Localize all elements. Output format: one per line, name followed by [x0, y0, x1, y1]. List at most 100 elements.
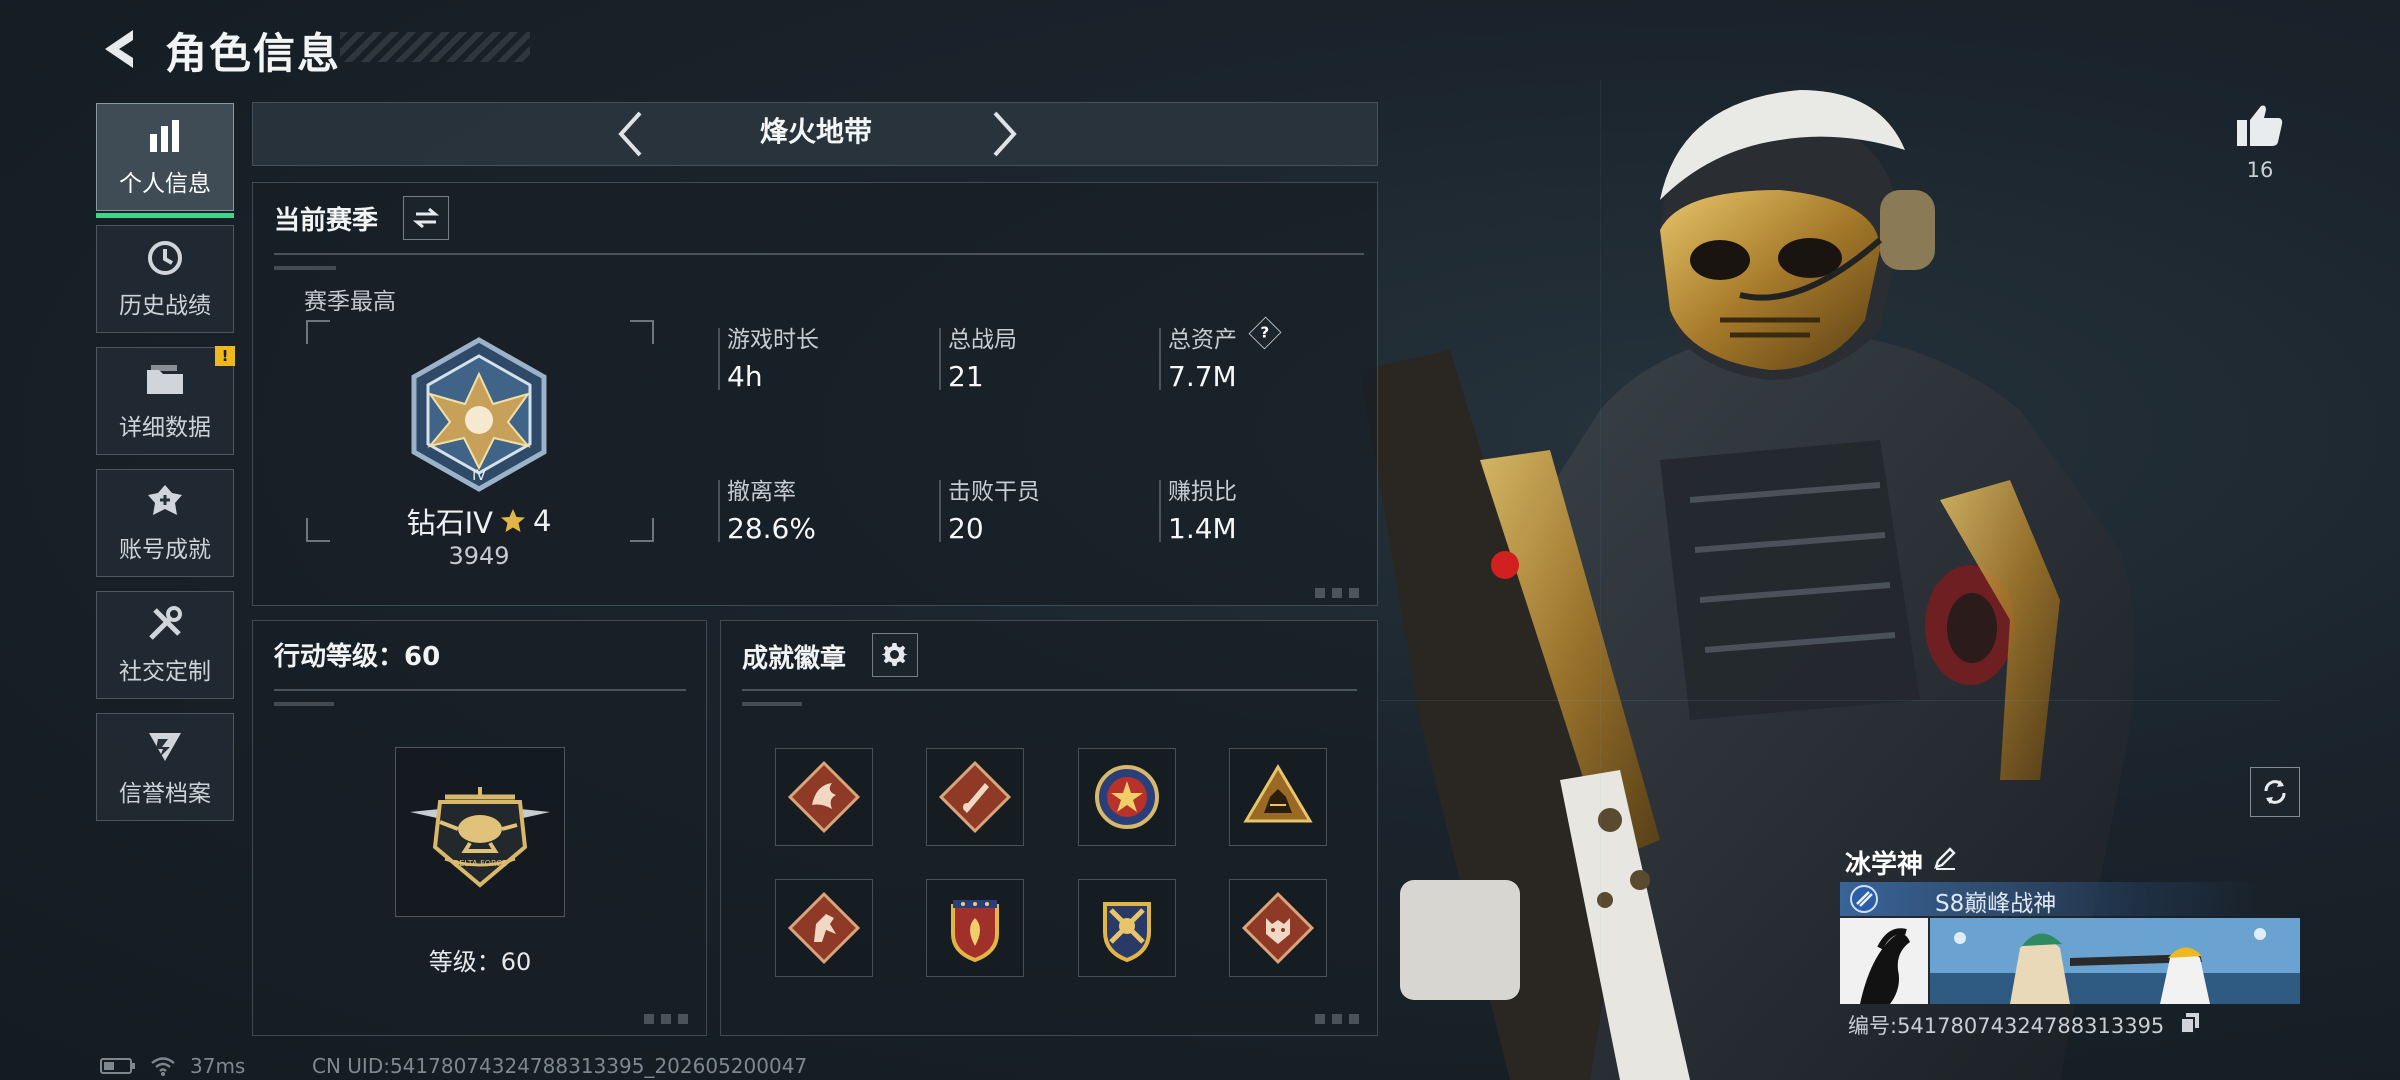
divider-decoration	[274, 702, 334, 706]
chevron-right-icon	[993, 111, 1017, 157]
edit-name-button[interactable]	[1930, 843, 1960, 873]
rank-stars: 4	[532, 504, 552, 538]
pencil-icon	[1934, 847, 1956, 870]
page-title: 角色信息	[165, 29, 342, 78]
badge-slot[interactable]	[926, 879, 1024, 977]
chevron-left-icon	[618, 111, 642, 157]
badge-slot[interactable]	[775, 748, 873, 846]
banner-image	[1930, 918, 2300, 1004]
title-badge-icon	[1850, 885, 1878, 913]
stat-divider	[939, 328, 941, 390]
swap-arrows-icon	[413, 207, 439, 229]
rank-score: 3949	[448, 542, 510, 570]
badge-settings-button[interactable]	[872, 633, 918, 677]
sidebar-item-label: 历史战绩	[119, 293, 211, 319]
back-button[interactable]	[95, 22, 143, 76]
mode-name: 烽火地带	[759, 115, 872, 148]
avatar-image	[1840, 918, 1928, 1004]
thumbs-up-icon	[2237, 105, 2283, 146]
level-label: 等级：60	[428, 948, 532, 976]
copy-id-button[interactable]	[2178, 1010, 2202, 1036]
like-button[interactable]	[2225, 95, 2295, 155]
wolf-badge-icon	[1241, 891, 1315, 965]
previous-mode-button[interactable]	[600, 108, 660, 160]
back-arrow-icon	[105, 30, 133, 68]
panel-corner-decoration	[644, 1014, 694, 1024]
stat-value-total-assets: 7.7M	[1168, 360, 1237, 393]
bar-chart-icon	[145, 116, 185, 156]
crest-badge-icon	[951, 900, 999, 963]
panel-corner-decoration	[1315, 588, 1365, 598]
profile-banner[interactable]	[1930, 918, 2300, 1004]
star-shield-badge-icon	[1095, 765, 1159, 829]
triangle-beast-badge-icon	[1243, 764, 1313, 823]
sidebar-item-label: 社交定制	[119, 659, 211, 685]
rotate-character-button[interactable]	[2250, 767, 2300, 817]
next-mode-button[interactable]	[975, 108, 1035, 160]
rank-row: 钻石IV 4	[398, 500, 560, 542]
badge-slot[interactable]	[1229, 748, 1327, 846]
history-clock-icon	[145, 238, 185, 278]
helicopter-emblem-icon: DELTA FORCE	[410, 787, 550, 888]
stat-label-profit-ratio: 赚损比	[1168, 479, 1237, 505]
sidebar-item-personal-info[interactable]: 个人信息	[96, 103, 234, 218]
frame-corner	[630, 320, 654, 344]
player-title: S8巅峰战神	[1935, 891, 2057, 917]
stat-value-extract-rate: 28.6%	[727, 512, 816, 545]
player-name: 冰学神	[1845, 850, 1924, 880]
horse-badge-icon	[787, 891, 861, 965]
badge-slot[interactable]	[775, 879, 873, 977]
sidebar-item-history[interactable]: 历史战绩	[96, 225, 234, 333]
stat-label-extract-rate: 撤离率	[727, 479, 796, 505]
gear-icon	[882, 642, 908, 667]
wifi-icon	[151, 1057, 175, 1076]
player-id: 编号:541780743247883133​95	[1848, 1014, 2165, 1038]
sidebar-item-credit-file[interactable]: 信誉档案	[96, 713, 234, 821]
stat-label-total-matches: 总战局	[948, 327, 1017, 353]
stat-label-total-assets: 总资产	[1168, 327, 1237, 353]
switch-season-button[interactable]	[403, 196, 449, 240]
rank-name: 钻石IV	[406, 506, 493, 540]
sidebar-item-achievements[interactable]: 账号成就	[96, 469, 234, 577]
help-question-icon: ?	[1260, 324, 1270, 342]
season-title: 当前赛季	[274, 206, 379, 236]
crossed-guns-badge-icon	[1103, 902, 1151, 963]
server-uid-text: CN UID:54178074324788313395_202605200047	[312, 1054, 808, 1078]
folder-icon	[145, 360, 185, 400]
status-bar: 37ms	[100, 1054, 245, 1078]
badge-slot[interactable]	[1229, 879, 1327, 977]
sidebar-item-detailed-data[interactable]: 详细数据 !	[96, 346, 235, 455]
stat-divider	[718, 480, 720, 542]
stat-divider	[939, 480, 941, 542]
divider-decoration	[274, 266, 336, 270]
battery-icon	[100, 1058, 135, 1074]
divider	[274, 689, 686, 691]
refresh-icon	[2264, 780, 2286, 804]
frame-corner	[306, 518, 330, 542]
badge-slot[interactable]	[926, 748, 1024, 846]
panel-corner-decoration	[1315, 1014, 1365, 1024]
badge-slot[interactable]	[1078, 879, 1176, 977]
stat-label-kills: 击败干员	[948, 479, 1040, 505]
stat-divider	[1159, 328, 1161, 390]
sidebar-item-social-custom[interactable]: 社交定制	[96, 591, 234, 699]
divider-decoration	[742, 702, 802, 706]
emblem-text: DELTA FORCE	[453, 859, 507, 868]
svg-text:IV: IV	[472, 468, 486, 484]
achievement-icon	[145, 482, 185, 522]
stat-value-total-matches: 21	[948, 360, 984, 393]
stat-value-kills: 20	[948, 512, 984, 545]
badge-slot[interactable]	[1078, 748, 1176, 846]
sidebar-item-label: 信誉档案	[119, 781, 211, 807]
stat-label-playtime: 游戏时长	[727, 327, 819, 353]
achievement-title: 成就徽章	[742, 644, 847, 674]
avatar[interactable]	[1840, 918, 1928, 1004]
title-decoration	[340, 32, 530, 62]
sidebar-item-label: 详细数据	[119, 415, 211, 441]
stat-divider	[1159, 480, 1161, 542]
frame-corner	[630, 518, 654, 542]
background-grid-line	[1600, 80, 1601, 980]
divider	[742, 689, 1357, 691]
background-grid-line	[1380, 700, 2280, 701]
dragon-badge-icon	[787, 760, 861, 834]
